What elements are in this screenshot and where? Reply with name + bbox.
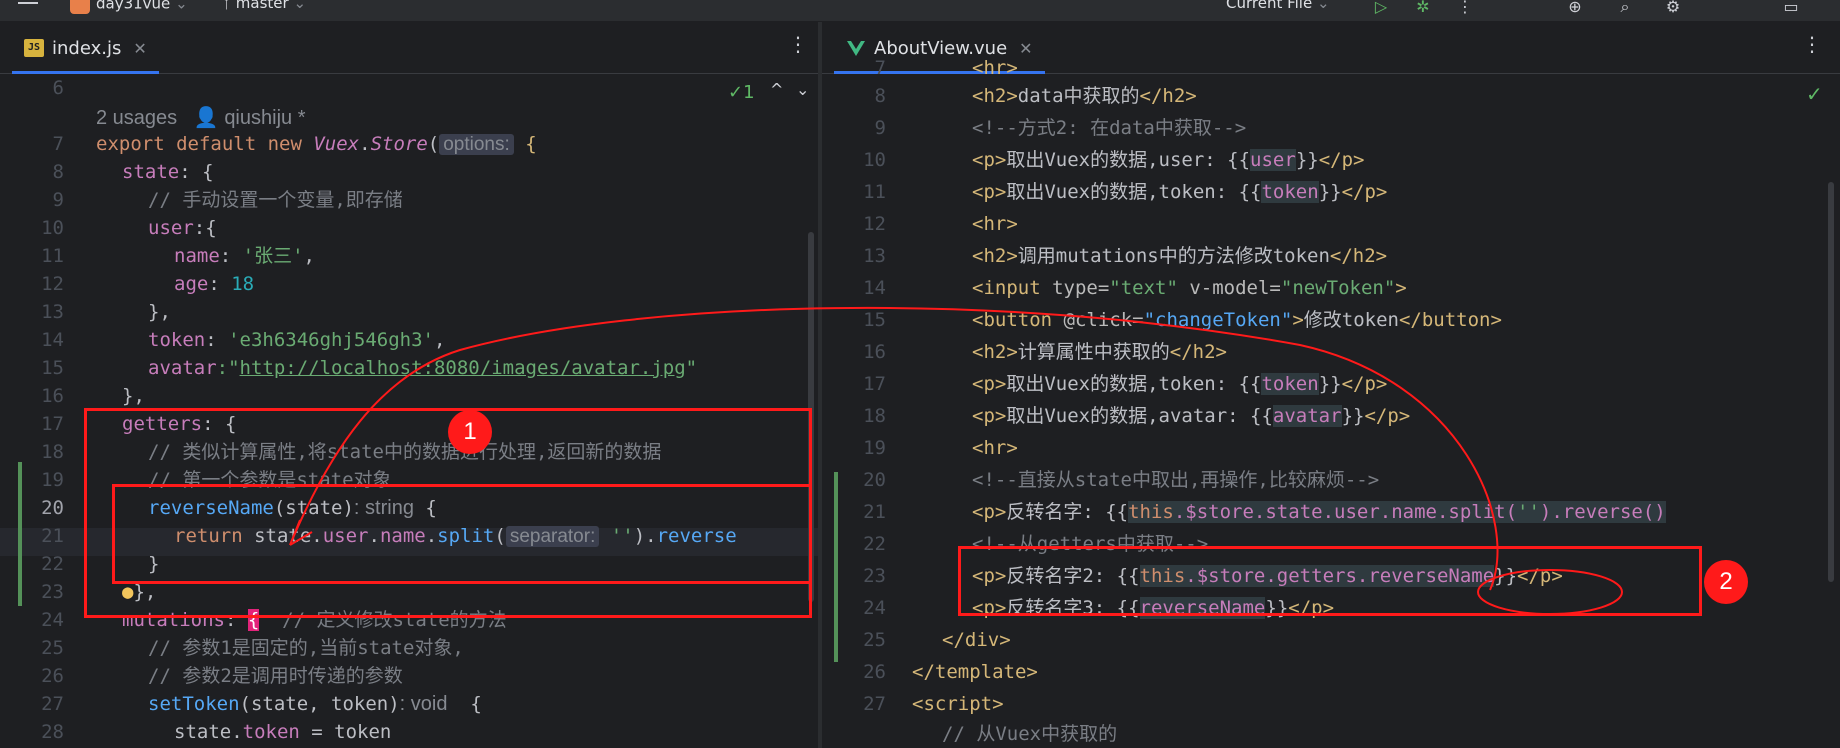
annotation-badge-2: 2 [1704, 560, 1748, 604]
annotation-circle [1477, 569, 1623, 615]
annotation-arrows [289, 306, 1623, 615]
annotation-arrow-head [289, 519, 313, 546]
annotation-badge-1: 1 [448, 410, 492, 454]
